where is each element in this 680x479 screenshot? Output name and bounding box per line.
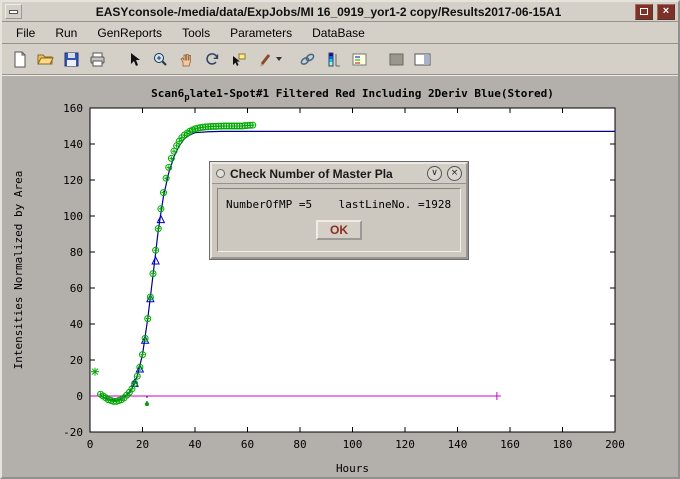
dialog-body: NumberOfMP =5 lastLineNo. =1928 OK xyxy=(217,188,461,252)
svg-text:Intensities Normalized by Area: Intensities Normalized by Area xyxy=(12,171,25,370)
svg-text:120: 120 xyxy=(63,174,83,187)
link-plot-icon[interactable] xyxy=(295,47,319,71)
svg-text:200: 200 xyxy=(605,438,625,451)
zoom-in-icon[interactable] xyxy=(148,47,172,71)
brush-icon[interactable] xyxy=(252,47,276,71)
svg-text:60: 60 xyxy=(70,282,83,295)
dialog-title: Check Number of Master Pla xyxy=(230,167,422,181)
svg-text:20: 20 xyxy=(70,354,83,367)
toolbar-separator xyxy=(111,47,120,71)
dialog-shade-button[interactable]: ∨ xyxy=(427,166,442,181)
new-file-icon[interactable] xyxy=(7,47,31,71)
window-menu-glyph xyxy=(9,10,18,14)
data-cursor-icon[interactable] xyxy=(226,47,250,71)
figure-area: Scan6plate1-Spot#1 Filtered Red Includin… xyxy=(2,75,678,477)
window-menu-icon[interactable] xyxy=(5,4,22,19)
svg-text:100: 100 xyxy=(63,210,83,223)
dialog-app-icon xyxy=(216,169,225,178)
toolbar xyxy=(2,44,678,75)
svg-text:140: 140 xyxy=(448,438,468,451)
close-button[interactable]: × xyxy=(657,4,675,20)
menu-item-genreports[interactable]: GenReports xyxy=(87,23,172,43)
svg-text:120: 120 xyxy=(395,438,415,451)
menu-item-file[interactable]: File xyxy=(6,23,45,43)
dialog-message: NumberOfMP =5 lastLineNo. =1928 xyxy=(226,198,452,211)
svg-text:0: 0 xyxy=(87,438,94,451)
svg-text:80: 80 xyxy=(293,438,306,451)
svg-text:40: 40 xyxy=(70,318,83,331)
svg-text:140: 140 xyxy=(63,138,83,151)
svg-text:80: 80 xyxy=(70,246,83,259)
menu-item-tools[interactable]: Tools xyxy=(172,23,220,43)
plot-canvas[interactable]: 0 20 40 60 80 100 120 140 160 180 200 -20 0 20 40 60 80 1… xyxy=(2,76,678,476)
pan-hand-icon[interactable] xyxy=(174,47,198,71)
window-title: EASYconsole-/media/data/ExpJobs/MI 16_09… xyxy=(26,5,631,19)
menubar: File Run GenReports Tools Parameters Dat… xyxy=(2,22,678,44)
svg-text:100: 100 xyxy=(343,438,363,451)
toolbar-separator xyxy=(373,47,382,71)
svg-text:160: 160 xyxy=(500,438,520,451)
menu-item-parameters[interactable]: Parameters xyxy=(220,23,302,43)
menu-item-run[interactable]: Run xyxy=(45,23,87,43)
toolbar-separator xyxy=(284,47,293,71)
window-titlebar[interactable]: EASYconsole-/media/data/ExpJobs/MI 16_09… xyxy=(2,2,678,22)
save-icon[interactable] xyxy=(59,47,83,71)
brush-dropdown-caret[interactable] xyxy=(276,57,282,61)
open-folder-icon[interactable] xyxy=(33,47,57,71)
svg-text:60: 60 xyxy=(241,438,254,451)
insert-colorbar-icon[interactable] xyxy=(321,47,345,71)
dialog-titlebar[interactable]: Check Number of Master Pla ∨ × xyxy=(212,164,466,184)
svg-text:Hours: Hours xyxy=(336,462,369,475)
dialog-check-number: Check Number of Master Pla ∨ × NumberOfM… xyxy=(210,162,468,259)
svg-text:20: 20 xyxy=(136,438,149,451)
maximize-icon xyxy=(640,8,648,15)
ok-button[interactable]: OK xyxy=(316,220,362,240)
arrow-tool-icon[interactable] xyxy=(122,47,146,71)
rotate-3d-icon[interactable] xyxy=(200,47,224,71)
menu-item-database[interactable]: DataBase xyxy=(302,23,375,43)
print-icon[interactable] xyxy=(85,47,109,71)
svg-text:-20: -20 xyxy=(63,426,83,439)
insert-legend-icon[interactable] xyxy=(347,47,371,71)
maximize-button[interactable] xyxy=(635,4,653,20)
dialog-close-button[interactable]: × xyxy=(447,166,462,181)
svg-text:40: 40 xyxy=(188,438,201,451)
show-plot-tools-icon[interactable] xyxy=(410,47,434,71)
svg-text:0: 0 xyxy=(76,390,83,403)
hide-plot-tools-icon[interactable] xyxy=(384,47,408,71)
svg-text:180: 180 xyxy=(553,438,573,451)
app-window: EASYconsole-/media/data/ExpJobs/MI 16_09… xyxy=(0,0,680,479)
svg-text:160: 160 xyxy=(63,102,83,115)
